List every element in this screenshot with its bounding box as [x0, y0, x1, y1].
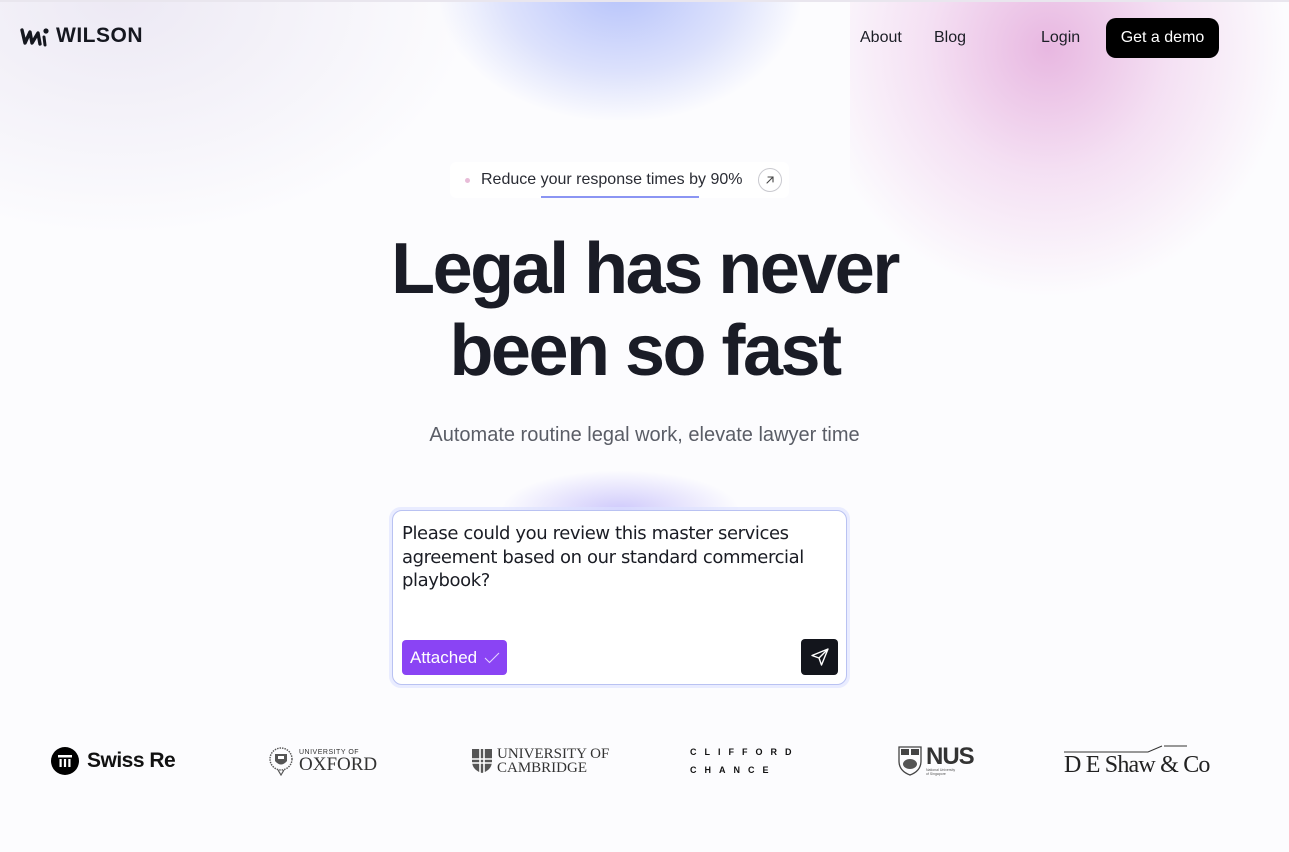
announcement-underline: [541, 196, 699, 198]
hero-title-line-2: been so fast: [449, 311, 842, 391]
deshaw-text: D E Shaw & Co: [1064, 752, 1210, 778]
logo-de-shaw: D E Shaw & Co: [1064, 736, 1210, 786]
logo-swiss-re: Swiss Re: [51, 736, 176, 786]
cambridge-line-1: UNIVERSITY OF: [497, 746, 610, 762]
swiss-re-icon: [51, 747, 79, 775]
logo-cambridge: UNIVERSITY OF CAMBRIDGE: [471, 736, 609, 786]
nav-about[interactable]: About: [860, 29, 902, 47]
clifford-line-1: CLIFFORD: [690, 746, 800, 757]
hero-title-line-1: Legal has never: [391, 229, 900, 309]
site-header: WILSON About Blog Login Get a demo: [0, 0, 1289, 76]
send-icon: [810, 648, 829, 666]
dot-icon: [465, 178, 470, 183]
logo-oxford: UNIVERSITY OF OXFORD: [269, 736, 377, 786]
cambridge-line-2: CAMBRIDGE: [497, 760, 588, 776]
nus-line-2: of Singapore: [926, 772, 946, 776]
attached-button[interactable]: Attached: [402, 640, 507, 675]
hero-title: Legal has never been so fast: [0, 228, 1289, 392]
arrow-up-right-icon[interactable]: [758, 168, 782, 192]
nav-blog[interactable]: Blog: [934, 29, 966, 47]
nav-login[interactable]: Login: [1041, 29, 1080, 47]
get-demo-button[interactable]: Get a demo: [1106, 18, 1219, 58]
oxford-big-text: OXFORD: [299, 753, 378, 775]
logo-clifford-chance: CLIFFORD CHANCE: [690, 736, 800, 786]
swiss-re-text: Swiss Re: [87, 749, 176, 772]
announcement-text: Reduce your response times by 90%: [481, 171, 743, 188]
client-logos: Swiss Re UNIVERSITY OF OXFORD UNIVERSITY…: [0, 736, 1289, 786]
wilson-logo[interactable]: WILSON: [20, 24, 143, 48]
announcement-pill[interactable]: Reduce your response times by 90%: [450, 162, 789, 198]
clifford-line-2: CHANCE: [690, 764, 777, 775]
logo-nus: NUS National University of Singapore: [898, 736, 975, 786]
prompt-input[interactable]: Please could you review this master serv…: [402, 522, 822, 593]
nus-big-text: NUS: [926, 743, 975, 770]
prompt-box[interactable]: Please could you review this master serv…: [392, 510, 847, 685]
wilson-logo-icon: [20, 28, 49, 47]
hero-subtitle: Automate routine legal work, elevate law…: [429, 424, 860, 446]
brand-name: WILSON: [56, 24, 143, 47]
send-button[interactable]: [801, 639, 838, 675]
cambridge-shield-icon: [472, 749, 492, 773]
nus-crest-icon: [898, 746, 922, 776]
check-icon: [484, 652, 500, 663]
oxford-crest-icon: [269, 747, 293, 776]
attached-label: Attached: [410, 647, 478, 667]
